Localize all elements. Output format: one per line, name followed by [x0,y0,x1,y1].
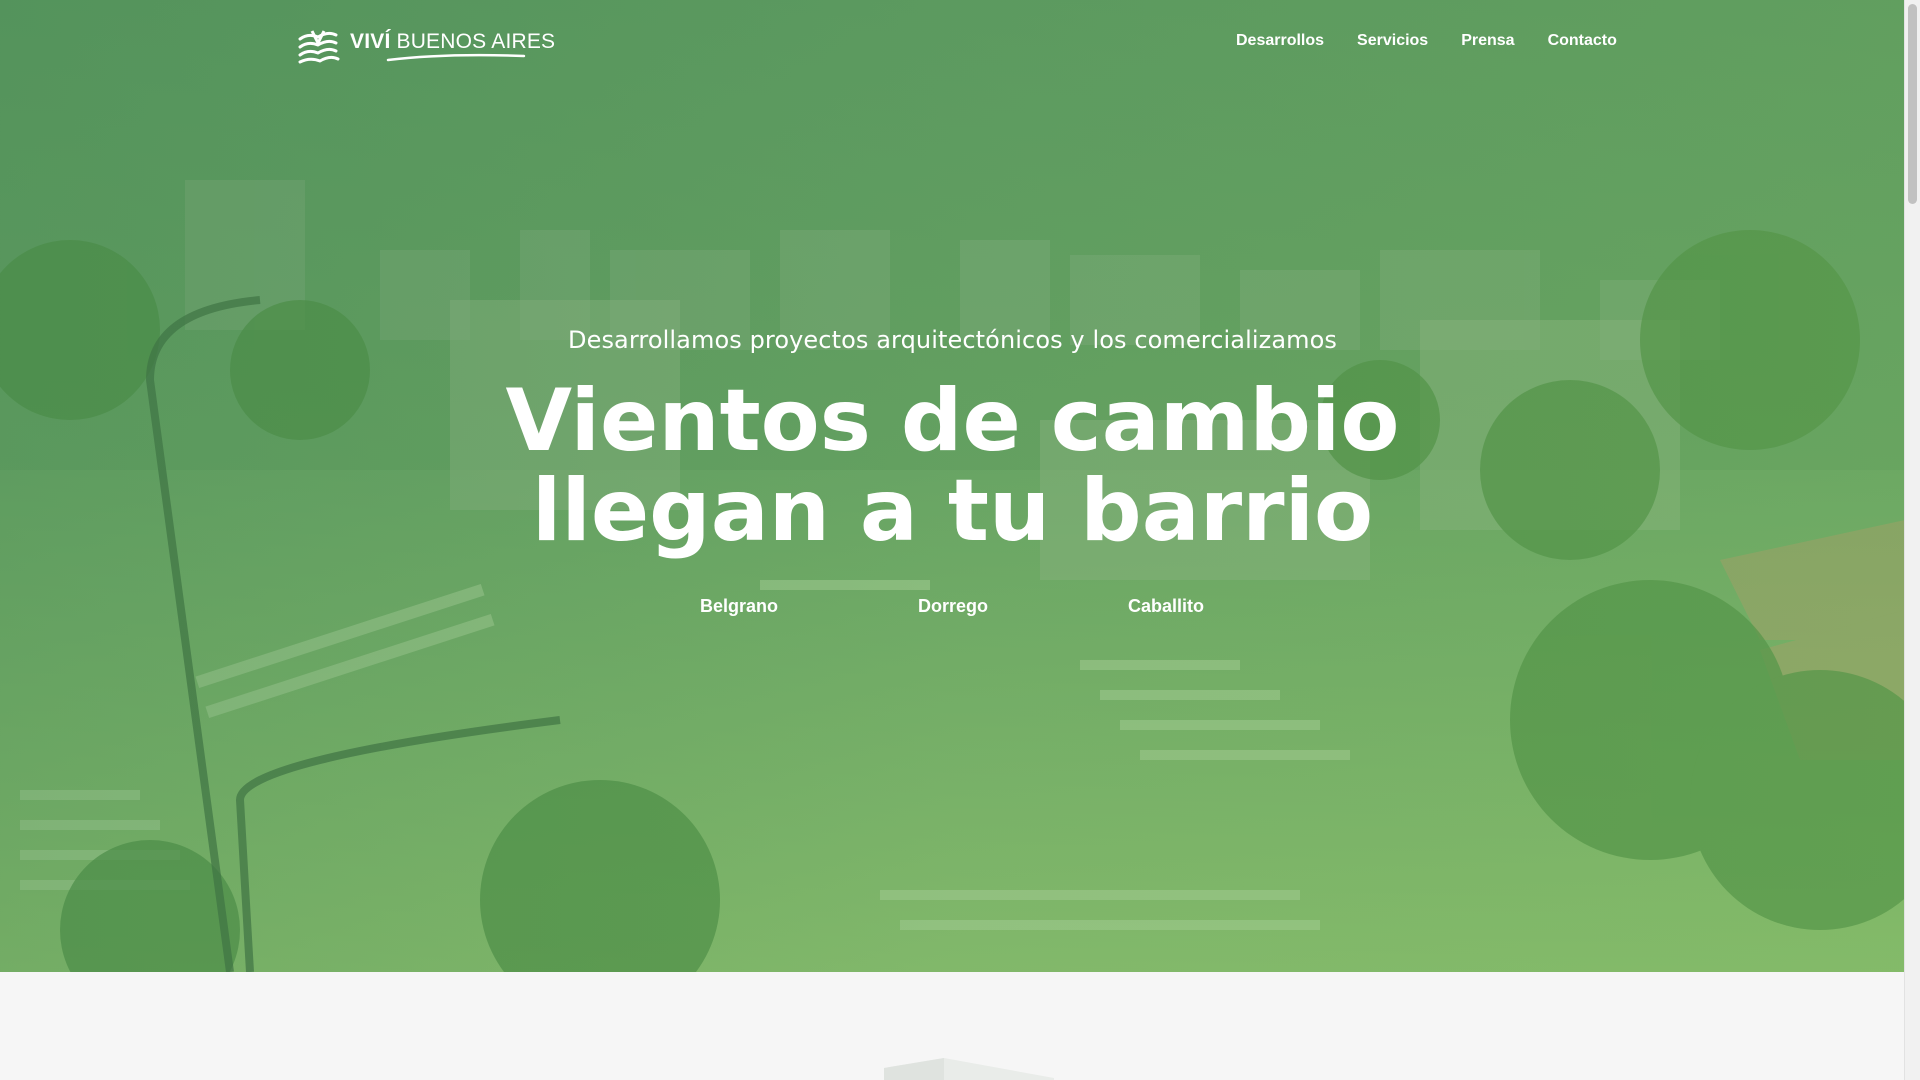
barrio-link-caballito[interactable]: Caballito [1128,596,1204,617]
hero-title-line-2: llegan a tu barrio [531,461,1374,561]
hero-kicker: Desarrollamos proyectos arquitectónicos … [568,326,1337,354]
brand-name-strong: VIVÍ [350,29,391,53]
barrio-link-belgrano[interactable]: Belgrano [700,596,778,617]
hero-title: Vientos de cambio llegan a tu barrio [0,376,1905,556]
main-nav: Desarrollos Servicios Prensa Contacto [1236,32,1650,50]
brand-logo-text: VIVÍ BUENOS AIRES [350,29,556,61]
brand-logo-link[interactable]: VIVÍ BUENOS AIRES [296,26,555,66]
scrollbar-thumb[interactable] [1908,4,1917,204]
nav-link-desarrollos[interactable]: Desarrollos [1236,32,1324,50]
barrios-links: Belgrano Dorrego Caballito [0,596,1905,620]
browser-viewport: VIVÍ BUENOS AIRES Desarrollos Servicios P… [0,0,1920,1080]
brand-swoosh-icon [386,53,526,61]
hero-section: VIVÍ BUENOS AIRES Desarrollos Servicios P… [0,0,1905,972]
nav-link-prensa[interactable]: Prensa [1461,32,1514,50]
hero-title-line-1: Vientos de cambio [505,371,1400,471]
page-scrollbar[interactable] [1904,0,1920,1080]
building-image-peek [884,1058,1054,1080]
barrio-link-dorrego[interactable]: Dorrego [918,596,988,617]
nav-link-servicios[interactable]: Servicios [1357,32,1428,50]
brand-name-light: BUENOS AIRES [396,29,556,53]
navbar: VIVÍ BUENOS AIRES Desarrollos Servicios P… [0,0,1905,90]
brand-logo-icon [298,30,340,64]
page: VIVÍ BUENOS AIRES Desarrollos Servicios P… [0,0,1905,1080]
nav-link-contacto[interactable]: Contacto [1548,32,1617,50]
